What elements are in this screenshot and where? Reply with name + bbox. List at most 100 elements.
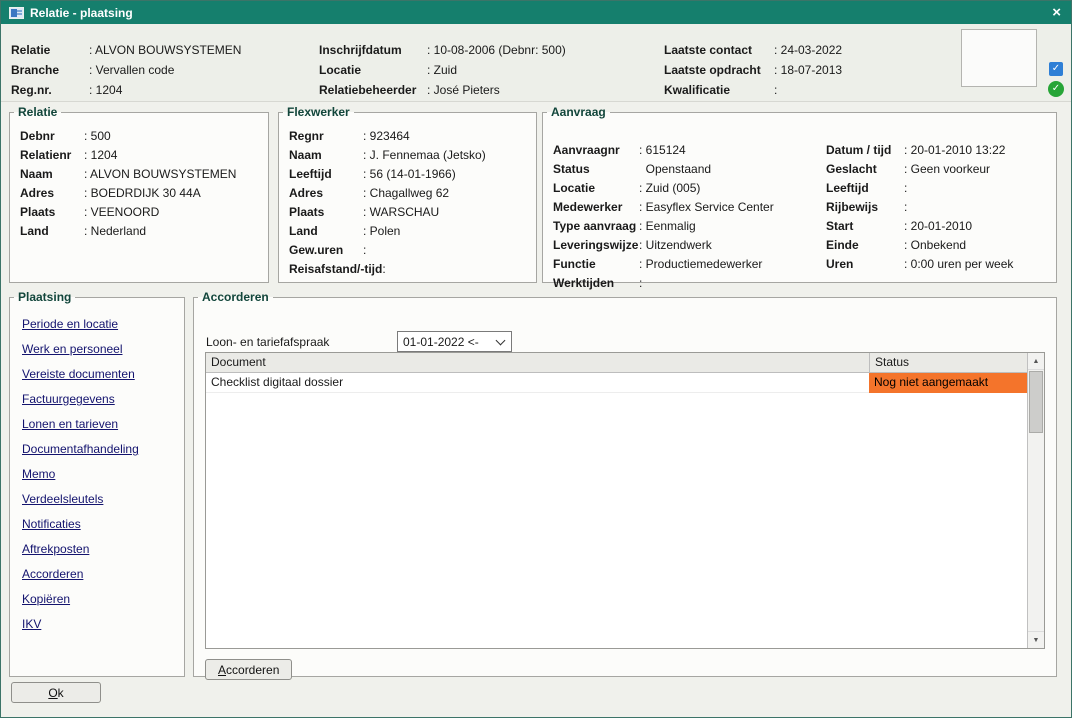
field-value: : — [363, 241, 366, 260]
vertical-scrollbar[interactable]: ▲ ▼ — [1027, 353, 1044, 648]
field-label: Aanvraagnr — [553, 141, 639, 160]
field-label: Uren — [826, 255, 904, 274]
field-row: Regnr: 923464 — [289, 127, 526, 146]
scrollbar-thumb[interactable] — [1029, 371, 1043, 433]
nav-link-documentafhandeling[interactable]: Documentafhandeling — [22, 437, 184, 462]
field-row: Relatiebeheerder: José Pieters — [319, 80, 566, 100]
accorderen-button-label: Accorderen — [218, 663, 279, 677]
field-value: : Uitzendwerk — [639, 236, 712, 255]
scroll-down-icon: ▼ — [1033, 637, 1040, 644]
field-label: Reisafstand/-tijd — [289, 260, 382, 279]
field-value: : ALVON BOUWSYSTEMEN — [84, 165, 236, 184]
fieldset-flexwerker: Flexwerker Regnr: 923464 Naam: J. Fennem… — [278, 105, 537, 283]
nav-link-lonen-en-tarieven[interactable]: Lonen en tarieven — [22, 412, 184, 437]
field-value: : 0:00 uren per week — [904, 255, 1013, 274]
field-value: : 1204 — [84, 146, 117, 165]
scroll-down-button[interactable]: ▼ — [1028, 631, 1044, 648]
header-summary: Relatie: ALVON BOUWSYSTEMEN Branche: Ver… — [1, 24, 1071, 102]
field-row: Functie: Productiemedewerker — [553, 255, 774, 274]
field-label: Laatste contact — [664, 40, 774, 60]
field-label: Medewerker — [553, 198, 639, 217]
field-value: : Onbekend — [904, 236, 966, 255]
field-row: Relatienr: 1204 — [20, 146, 258, 165]
field-label: Status — [553, 160, 639, 179]
scroll-up-button[interactable]: ▲ — [1028, 353, 1044, 370]
field-row: Start: 20-01-2010 — [826, 217, 1013, 236]
field-value: : José Pieters — [427, 80, 500, 100]
field-label: Adres — [20, 184, 84, 203]
field-label: Reg.nr. — [11, 80, 89, 100]
field-row: Relatie: ALVON BOUWSYSTEMEN — [11, 40, 241, 60]
field-label: Relatienr — [20, 146, 84, 165]
nav-link-werk-en-personeel[interactable]: Werk en personeel — [22, 337, 184, 362]
field-value: : 923464 — [363, 127, 410, 146]
header-checkbox[interactable]: ✓ — [1049, 62, 1063, 76]
field-row: Locatie: Zuid — [319, 60, 566, 80]
fieldset-legend-aanvraag: Aanvraag — [547, 105, 610, 119]
aanvraag-left-column: Aanvraagnr: 615124 Status Openstaand Loc… — [553, 141, 774, 293]
nav-link-accorderen[interactable]: Accorderen — [22, 562, 184, 587]
field-value: : — [904, 179, 907, 198]
loon-tarief-dropdown[interactable]: 01-01-2022 <- — [397, 331, 512, 352]
field-label: Leeftijd — [826, 179, 904, 198]
field-value: : VEENOORD — [84, 203, 159, 222]
field-label: Plaats — [289, 203, 363, 222]
field-row: Datum / tijd: 20-01-2010 13:22 — [826, 141, 1013, 160]
nav-link-aftrekposten[interactable]: Aftrekposten — [22, 537, 184, 562]
field-row: Aanvraagnr: 615124 — [553, 141, 774, 160]
column-header-status: Status — [869, 353, 1027, 372]
field-value: : 615124 — [639, 141, 686, 160]
field-label: Leveringswijze — [553, 236, 639, 255]
field-row: Laatste opdracht: 18-07-2013 — [664, 60, 842, 80]
fieldset-aanvraag: Aanvraag Aanvraagnr: 615124 Status Opens… — [542, 105, 1057, 283]
close-icon[interactable]: × — [1050, 5, 1063, 20]
chevron-down-icon — [496, 335, 506, 345]
window-title: Relatie - plaatsing — [30, 6, 133, 20]
status-ok-icon[interactable]: ✓ — [1048, 81, 1064, 97]
header-col-relatie: Relatie: ALVON BOUWSYSTEMEN Branche: Ver… — [11, 40, 241, 100]
field-value: : Easyflex Service Center — [639, 198, 774, 217]
field-row: Medewerker: Easyflex Service Center — [553, 198, 774, 217]
field-row: Einde: Onbekend — [826, 236, 1013, 255]
nav-link-periode-en-locatie[interactable]: Periode en locatie — [22, 312, 184, 337]
column-header-document: Document — [206, 353, 869, 372]
field-value: : — [382, 260, 385, 279]
field-value: : Eenmalig — [639, 217, 696, 236]
loon-tarief-label: Loon- en tariefafspraak — [206, 335, 397, 349]
nav-link-factuurgegevens[interactable]: Factuurgegevens — [22, 387, 184, 412]
field-row: Branche: Vervallen code — [11, 60, 241, 80]
field-value: : 18-07-2013 — [774, 60, 842, 80]
fieldset-legend-flexwerker: Flexwerker — [283, 105, 354, 119]
fieldset-plaatsing: Plaatsing Periode en locatie Werk en per… — [9, 290, 185, 677]
field-row: Status Openstaand — [553, 160, 774, 179]
ok-button[interactable]: Ok — [11, 682, 101, 703]
nav-link-memo[interactable]: Memo — [22, 462, 184, 487]
field-row: Adres: Chagallweg 62 — [289, 184, 526, 203]
nav-link-kopieren[interactable]: Kopiëren — [22, 587, 184, 612]
nav-link-ikv[interactable]: IKV — [22, 612, 184, 637]
accorderen-button[interactable]: Accorderen — [205, 659, 292, 680]
nav-link-vereiste-documenten[interactable]: Vereiste documenten — [22, 362, 184, 387]
field-label: Rijbewijs — [826, 198, 904, 217]
field-row: Debnr: 500 — [20, 127, 258, 146]
field-row: Uren: 0:00 uren per week — [826, 255, 1013, 274]
field-value: : 24-03-2022 — [774, 40, 842, 60]
table-body: Checklist digitaal dossier Nog niet aang… — [206, 373, 1027, 648]
fieldset-relatie: Relatie Debnr: 500 Relatienr: 1204 Naam:… — [9, 105, 269, 283]
field-label: Branche — [11, 60, 89, 80]
field-row: Reg.nr.: 1204 — [11, 80, 241, 100]
field-label: Kwalificatie — [664, 80, 774, 100]
field-row: Gew.uren: — [289, 241, 526, 260]
field-label: Naam — [289, 146, 363, 165]
nav-link-notificaties[interactable]: Notificaties — [22, 512, 184, 537]
document-cell: Checklist digitaal dossier — [206, 373, 869, 393]
field-value: : Zuid (005) — [639, 179, 700, 198]
field-row: Plaats: VEENOORD — [20, 203, 258, 222]
field-value: : Nederland — [84, 222, 146, 241]
loon-tarief-row: Loon- en tariefafspraak 01-01-2022 <- — [206, 331, 512, 352]
fieldset-legend-accorderen: Accorderen — [198, 290, 273, 304]
nav-link-verdeelsleutels[interactable]: Verdeelsleutels — [22, 487, 184, 512]
field-row: Leeftijd: — [826, 179, 1013, 198]
table-row[interactable]: Checklist digitaal dossier Nog niet aang… — [206, 373, 1027, 393]
field-label: Inschrijfdatum — [319, 40, 427, 60]
